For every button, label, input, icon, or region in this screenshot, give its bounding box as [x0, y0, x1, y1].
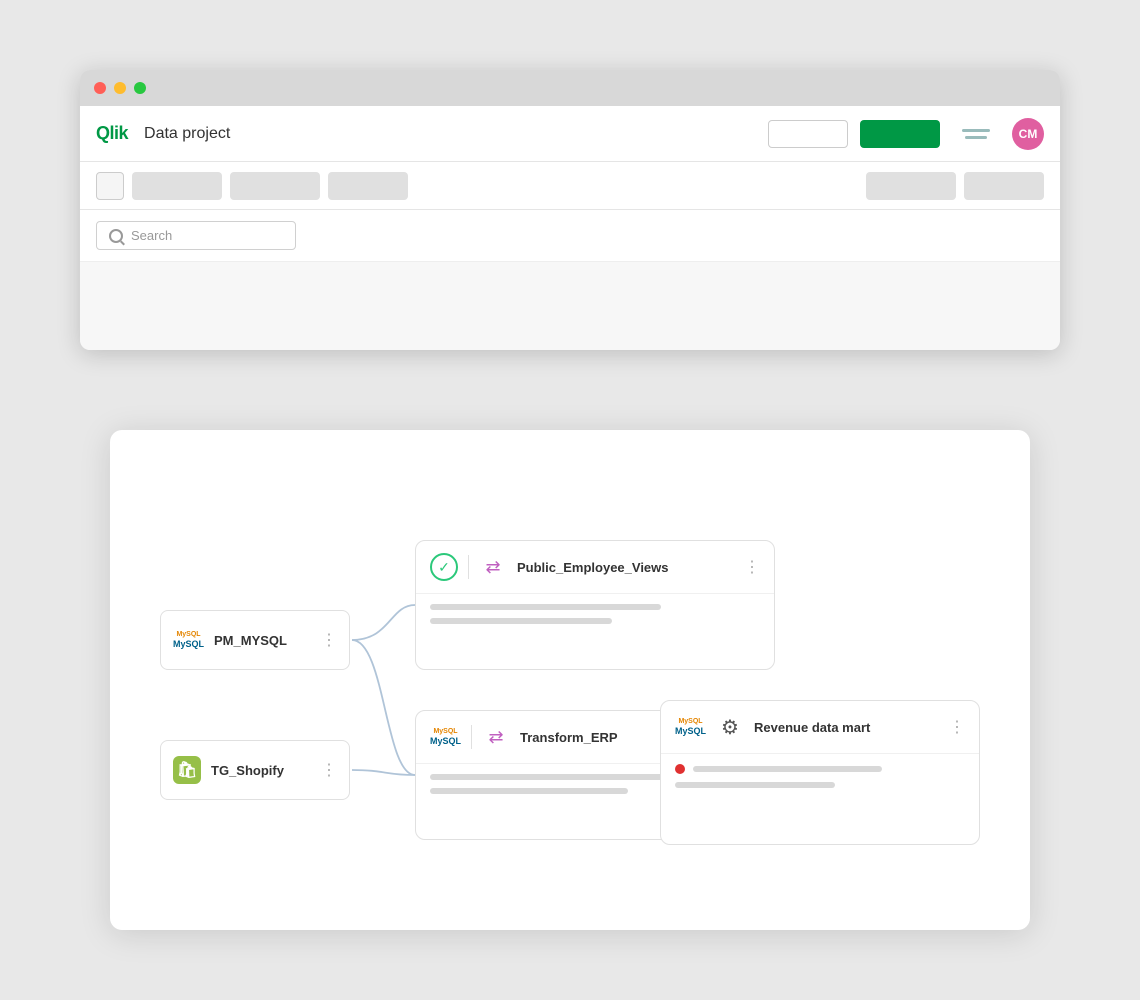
app-title: Data project	[144, 125, 230, 143]
user-avatar[interactable]: CM	[1012, 118, 1044, 150]
app-canvas	[80, 262, 1060, 314]
pm-mysql-label: PM_MYSQL	[214, 633, 311, 648]
employee-views-title: Public_Employee_Views	[517, 560, 734, 575]
employee-views-body	[416, 594, 774, 634]
employee-views-line-1	[430, 604, 661, 610]
toolbar-pill-1[interactable]	[132, 172, 222, 200]
header-menu-button[interactable]	[952, 120, 1000, 148]
employee-views-menu[interactable]: ⋮	[744, 557, 760, 577]
node-employee-views[interactable]: ✓ ⇄ Public_Employee_Views ⋮	[415, 540, 775, 670]
search-bar: Search	[80, 210, 1060, 262]
menu-line-1	[962, 129, 990, 132]
browser-maximize-dot[interactable]	[134, 82, 146, 94]
transform-erp-line-2	[430, 788, 628, 794]
toolbar-pill-right-2[interactable]	[964, 172, 1044, 200]
app-header: Qlik Data project CM	[80, 106, 1060, 162]
pipeline-diagram: MySQL MySQL PM_MYSQL ⋮ 🛍 TG_Shopify ⋮ ✓ …	[160, 490, 980, 870]
browser-content: Qlik Data project CM	[80, 106, 1060, 350]
qlik-logo-text: Qlik	[96, 123, 128, 144]
browser-close-dot[interactable]	[94, 82, 106, 94]
search-icon	[109, 229, 123, 243]
employee-views-line-2	[430, 618, 612, 624]
header-green-button[interactable]	[860, 120, 940, 148]
tg-shopify-label: TG_Shopify	[211, 763, 311, 778]
browser-window: Qlik Data project CM	[80, 70, 1060, 350]
check-icon: ✓	[430, 553, 458, 581]
header-divider-1	[468, 555, 469, 579]
mysql-logo-dest: MySQL MySQL	[675, 718, 706, 737]
cog-icon: ⚙	[716, 713, 744, 741]
mysql-logo-erp: MySQL MySQL	[430, 728, 461, 747]
pm-mysql-menu[interactable]: ⋮	[321, 630, 337, 650]
browser-titlebar	[80, 70, 1060, 106]
header-divider-2	[471, 725, 472, 749]
tg-shopify-menu[interactable]: ⋮	[321, 760, 337, 780]
toolbar-pill-3[interactable]	[328, 172, 408, 200]
qlik-logo: Qlik	[96, 123, 128, 144]
revenue-mart-title: Revenue data mart	[754, 720, 939, 735]
node-tg-shopify[interactable]: 🛍 TG_Shopify ⋮	[160, 740, 350, 800]
employee-views-header: ✓ ⇄ Public_Employee_Views ⋮	[416, 541, 774, 594]
revenue-mart-line-1	[693, 766, 882, 772]
revenue-mart-line-2	[675, 782, 835, 788]
browser-minimize-dot[interactable]	[114, 82, 126, 94]
revenue-mart-body	[661, 754, 979, 798]
error-indicator	[675, 764, 685, 774]
node-revenue-mart[interactable]: MySQL MySQL ⚙ Revenue data mart ⋮	[660, 700, 980, 845]
transform-icon-2: ⇄	[482, 723, 510, 751]
transform-erp-line-1	[430, 774, 678, 780]
search-input-wrapper[interactable]: Search	[96, 221, 296, 250]
revenue-mart-menu[interactable]: ⋮	[949, 717, 965, 737]
menu-line-2	[965, 136, 987, 139]
toolbar-pill-right-1[interactable]	[866, 172, 956, 200]
node-pm-mysql[interactable]: MySQL MySQL PM_MYSQL ⋮	[160, 610, 350, 670]
search-input[interactable]: Search	[131, 228, 172, 243]
mysql-logo-pm: MySQL MySQL	[173, 631, 204, 650]
app-toolbar	[80, 162, 1060, 210]
shopify-logo: 🛍	[173, 756, 201, 784]
toolbar-add-button[interactable]	[96, 172, 124, 200]
pipeline-card: MySQL MySQL PM_MYSQL ⋮ 🛍 TG_Shopify ⋮ ✓ …	[110, 430, 1030, 930]
header-outline-button[interactable]	[768, 120, 848, 148]
toolbar-pill-2[interactable]	[230, 172, 320, 200]
transform-icon-1: ⇄	[479, 553, 507, 581]
revenue-mart-header: MySQL MySQL ⚙ Revenue data mart ⋮	[661, 701, 979, 754]
